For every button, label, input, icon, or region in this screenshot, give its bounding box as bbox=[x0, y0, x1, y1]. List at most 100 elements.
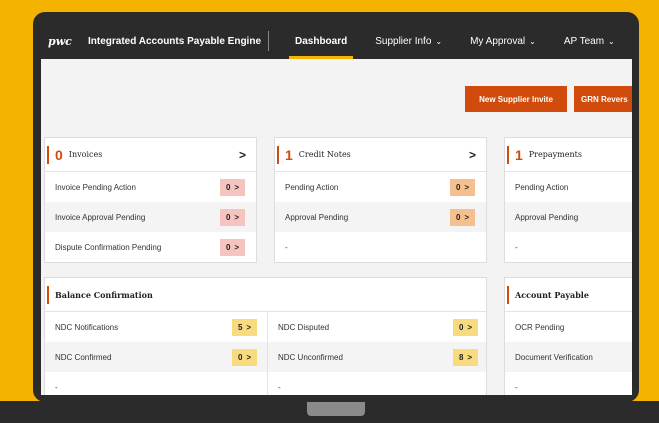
row-label: Document Verification bbox=[515, 352, 593, 362]
list-item: Invoice Approval Pending 0 > bbox=[45, 202, 256, 232]
invoices-count: 0 bbox=[55, 146, 63, 163]
credit-notes-card: 1 Credit Notes > Pending Action 0 > Appro… bbox=[274, 137, 487, 263]
account-payable-header: Account Payable bbox=[505, 278, 632, 312]
count-badge[interactable]: 0 > bbox=[220, 178, 245, 196]
row-label: Pending Action bbox=[515, 182, 569, 192]
badge-value: 0 bbox=[225, 182, 231, 192]
chevron-right-icon: > bbox=[234, 182, 240, 192]
row-label: Dispute Confirmation Pending bbox=[55, 242, 162, 252]
balance-right-column: NDC Disputed 0 > NDC Unconfirmed 8 > - bbox=[268, 312, 486, 395]
list-item: Approval Pending 0 > bbox=[275, 202, 486, 232]
nav-supplier-info[interactable]: Supplier Info ⌄ bbox=[375, 23, 442, 59]
chevron-right-icon: > bbox=[234, 212, 240, 222]
list-item: Dispute Confirmation Pending 0 > bbox=[45, 232, 256, 262]
credit-notes-count: 1 bbox=[285, 146, 293, 163]
chevron-down-icon: ⌄ bbox=[529, 36, 536, 46]
list-item: NDC Disputed 0 > bbox=[268, 312, 486, 342]
prepayments-card: 1 Prepayments Pending Action Approval Pe… bbox=[504, 137, 632, 263]
balance-confirmation-header: Balance Confirmation bbox=[45, 278, 486, 312]
top-navbar: pwc Integrated Accounts Payable Engine D… bbox=[41, 23, 632, 59]
chevron-right-icon: > bbox=[467, 322, 473, 332]
badge-value: 0 bbox=[225, 212, 231, 222]
row-label: NDC Unconfirmed bbox=[278, 352, 343, 362]
laptop-frame: pwc Integrated Accounts Payable Engine D… bbox=[33, 12, 639, 402]
count-badge[interactable]: 0 > bbox=[453, 318, 478, 336]
list-item: NDC Unconfirmed 8 > bbox=[268, 342, 486, 372]
list-item: NDC Notifications 5 > bbox=[45, 312, 267, 342]
credit-notes-title: Credit Notes bbox=[298, 150, 351, 159]
row-label: - bbox=[278, 382, 281, 392]
count-badge[interactable]: 5 > bbox=[232, 318, 257, 336]
prepayments-title: Prepayments bbox=[528, 150, 582, 159]
laptop-notch bbox=[307, 402, 365, 416]
row-label: NDC Notifications bbox=[55, 322, 119, 332]
list-item: - bbox=[505, 232, 632, 262]
nav-ap-team[interactable]: AP Team ⌄ bbox=[564, 23, 615, 59]
balance-confirmation-title: Balance Confirmation bbox=[55, 289, 153, 300]
row-label: Approval Pending bbox=[515, 212, 579, 222]
row-label: - bbox=[515, 382, 518, 392]
prepayments-card-header[interactable]: 1 Prepayments bbox=[505, 138, 632, 172]
list-item: - bbox=[505, 372, 632, 395]
badge-value: 0 bbox=[455, 212, 461, 222]
credit-notes-card-header[interactable]: 1 Credit Notes > bbox=[275, 138, 486, 172]
badge-value: 0 bbox=[225, 242, 231, 252]
count-badge[interactable]: 0 > bbox=[450, 178, 475, 196]
count-badge[interactable]: 0 > bbox=[450, 208, 475, 226]
count-badge[interactable]: 0 > bbox=[232, 348, 257, 366]
invoices-card-header[interactable]: 0 Invoices > bbox=[45, 138, 256, 172]
row-label: Approval Pending bbox=[285, 212, 349, 222]
balance-confirmation-card: Balance Confirmation NDC Notifications 5… bbox=[44, 277, 487, 395]
nav-ap-team-label: AP Team bbox=[563, 35, 605, 47]
account-payable-title: Account Payable bbox=[515, 289, 589, 300]
list-item: - bbox=[275, 232, 486, 262]
nav-my-approval-label: My Approval bbox=[470, 35, 526, 47]
row-label: Invoice Pending Action bbox=[55, 182, 136, 192]
nav-supplier-info-label: Supplier Info bbox=[375, 35, 432, 47]
prepayments-count: 1 bbox=[515, 146, 523, 163]
app-title: Integrated Accounts Payable Engine bbox=[88, 35, 262, 47]
chevron-right-icon[interactable]: > bbox=[239, 148, 246, 162]
balance-left-column: NDC Notifications 5 > NDC Confirmed 0 > - bbox=[45, 312, 267, 395]
list-item: - bbox=[268, 372, 486, 395]
grn-reversal-button[interactable]: GRN Revers bbox=[574, 86, 632, 112]
nav-dashboard-label: Dashboard bbox=[295, 35, 348, 47]
count-badge[interactable]: 0 > bbox=[220, 208, 245, 226]
count-badge[interactable]: 0 > bbox=[220, 238, 245, 256]
chevron-right-icon: > bbox=[467, 352, 473, 362]
badge-value: 0 bbox=[458, 322, 464, 332]
nav-dashboard[interactable]: Dashboard bbox=[288, 23, 354, 59]
pwc-logo: pwc bbox=[48, 34, 72, 48]
badge-value: 0 bbox=[455, 182, 461, 192]
list-item: Pending Action 0 > bbox=[275, 172, 486, 202]
badge-value: 8 bbox=[458, 352, 464, 362]
list-item: Invoice Pending Action 0 > bbox=[45, 172, 256, 202]
list-item: - bbox=[45, 372, 267, 395]
chevron-right-icon: > bbox=[464, 212, 470, 222]
row-label: - bbox=[55, 382, 58, 392]
invoices-card: 0 Invoices > Invoice Pending Action 0 > I… bbox=[44, 137, 257, 263]
list-item: OCR Pending bbox=[505, 312, 632, 342]
badge-value: 5 bbox=[237, 322, 243, 332]
header-divider bbox=[268, 31, 269, 51]
row-label: Pending Action bbox=[285, 182, 339, 192]
chevron-down-icon: ⌄ bbox=[608, 36, 615, 46]
list-item: NDC Confirmed 0 > bbox=[45, 342, 267, 372]
new-supplier-invite-button[interactable]: New Supplier Invite bbox=[465, 86, 567, 112]
account-payable-card: Account Payable OCR Pending Document Ver… bbox=[504, 277, 632, 395]
list-item: Approval Pending bbox=[505, 202, 632, 232]
row-label: NDC Confirmed bbox=[55, 352, 112, 362]
row-label: Invoice Approval Pending bbox=[55, 212, 146, 222]
chevron-right-icon: > bbox=[246, 322, 252, 332]
list-item: Pending Action bbox=[505, 172, 632, 202]
badge-value: 0 bbox=[237, 352, 243, 362]
chevron-right-icon[interactable]: > bbox=[469, 148, 476, 162]
invoices-title: Invoices bbox=[68, 150, 103, 159]
row-label: - bbox=[285, 242, 288, 252]
nav-my-approval[interactable]: My Approval ⌄ bbox=[470, 23, 536, 59]
chevron-right-icon: > bbox=[234, 242, 240, 252]
count-badge[interactable]: 8 > bbox=[453, 348, 478, 366]
chevron-down-icon: ⌄ bbox=[435, 36, 443, 46]
list-item: Document Verification bbox=[505, 342, 632, 372]
row-label: - bbox=[515, 242, 518, 252]
